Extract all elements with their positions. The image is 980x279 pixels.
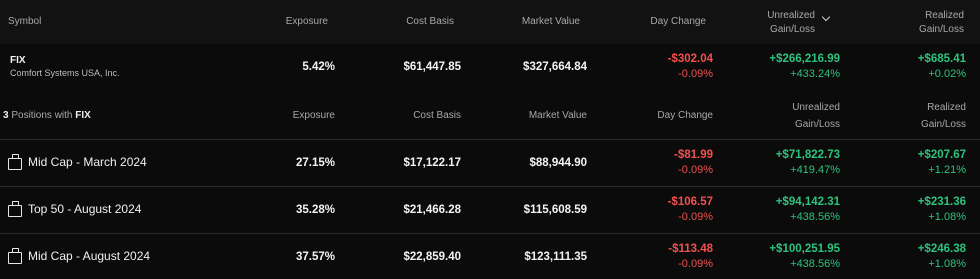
divider	[0, 233, 980, 234]
summary-unrealized: +$266,216.99	[769, 53, 840, 65]
subheader-unrealized-line1: Unrealized	[792, 102, 840, 113]
header-realized-line1: Realized	[925, 10, 964, 21]
header-unrealized-line1: Unrealized	[767, 10, 815, 21]
position-realized-pct: +1.08%	[928, 211, 966, 223]
summary-realized-pct: +0.02%	[928, 68, 966, 80]
header-unrealized[interactable]: Unrealized Gain/Loss	[767, 9, 815, 37]
briefcase-icon	[8, 201, 22, 217]
position-name[interactable]: Top 50 - August 2024	[28, 202, 141, 216]
position-day-change: -$106.57	[667, 196, 713, 208]
summary-exposure: 5.42%	[302, 61, 335, 73]
position-exposure: 35.28%	[295, 204, 335, 216]
positions-with-text: Positions with	[11, 110, 73, 121]
header-cost-basis[interactable]: Cost Basis	[406, 15, 454, 29]
position-unrealized: +$94,142.31	[775, 196, 840, 208]
summary-day-change-pct: -0.09%	[678, 68, 713, 80]
position-exposure: 37.57%	[295, 251, 335, 263]
position-cost-basis: $17,122.17	[403, 157, 461, 169]
subheader-cost-basis[interactable]: Cost Basis	[413, 109, 461, 123]
position-realized-pct: +1.08%	[928, 258, 966, 270]
briefcase-icon	[8, 154, 22, 170]
positions-symbol: FIX	[75, 110, 91, 121]
positions-count: 3	[3, 110, 9, 121]
briefcase-icon	[8, 248, 22, 264]
table-header	[0, 0, 980, 44]
position-market-value: $88,944.90	[529, 157, 587, 169]
position-market-value: $115,608.59	[523, 204, 587, 216]
subheader-realized-line1: Realized	[927, 102, 966, 113]
position-unrealized: +$71,822.73	[775, 149, 840, 161]
position-name[interactable]: Mid Cap - August 2024	[28, 249, 150, 263]
summary-market-value: $327,664.84	[523, 61, 587, 73]
header-realized[interactable]: Realized Gain/Loss	[919, 9, 964, 37]
header-unrealized-line2: Gain/Loss	[769, 24, 815, 35]
subheader-realized-line2: Gain/Loss	[920, 119, 966, 130]
position-unrealized: +$100,251.95	[769, 243, 840, 255]
position-day-change: -$81.99	[673, 149, 713, 161]
header-realized-line2: Gain/Loss	[918, 24, 964, 35]
summary-day-change: -$302.04	[667, 53, 713, 65]
position-day-change-pct: -0.09%	[678, 258, 713, 270]
summary-unrealized-pct: +433.24%	[790, 68, 840, 80]
subheader-unrealized[interactable]: Unrealized Gain/Loss	[792, 101, 840, 132]
header-symbol[interactable]: Symbol	[8, 15, 41, 29]
position-realized-pct: +1.21%	[928, 164, 966, 176]
positions-count-label: 3 Positions with FIX	[3, 109, 91, 123]
position-cost-basis: $21,466.28	[403, 204, 461, 216]
subheader-realized[interactable]: Realized Gain/Loss	[921, 101, 966, 132]
subheader-day-change[interactable]: Day Change	[657, 109, 713, 123]
position-day-change: -$113.48	[668, 243, 713, 255]
position-unrealized-pct: +419.47%	[790, 164, 840, 176]
position-realized: +$246.38	[917, 243, 966, 255]
subheader-market-value[interactable]: Market Value	[529, 109, 587, 123]
divider	[0, 186, 980, 187]
position-realized: +$231.36	[917, 196, 966, 208]
divider	[0, 139, 980, 140]
summary-company: Comfort Systems USA, Inc.	[10, 68, 120, 78]
header-exposure[interactable]: Exposure	[286, 15, 328, 29]
position-market-value: $123,111.35	[524, 251, 587, 263]
position-name[interactable]: Mid Cap - March 2024	[28, 155, 147, 169]
position-day-change-pct: -0.09%	[678, 164, 713, 176]
position-unrealized-pct: +438.56%	[790, 258, 840, 270]
header-market-value[interactable]: Market Value	[522, 15, 580, 29]
position-exposure: 27.15%	[295, 157, 335, 169]
position-realized: +$207.67	[917, 149, 966, 161]
summary-symbol[interactable]: FIX	[10, 55, 26, 66]
subheader-unrealized-line2: Gain/Loss	[794, 119, 840, 130]
summary-realized: +$685.41	[917, 53, 966, 65]
summary-cost-basis: $61,447.85	[403, 61, 461, 73]
position-cost-basis: $22,859.40	[403, 251, 461, 263]
position-unrealized-pct: +438.56%	[790, 211, 840, 223]
header-day-change[interactable]: Day Change	[650, 15, 706, 29]
subheader-exposure[interactable]: Exposure	[293, 109, 335, 123]
position-day-change-pct: -0.09%	[678, 211, 713, 223]
